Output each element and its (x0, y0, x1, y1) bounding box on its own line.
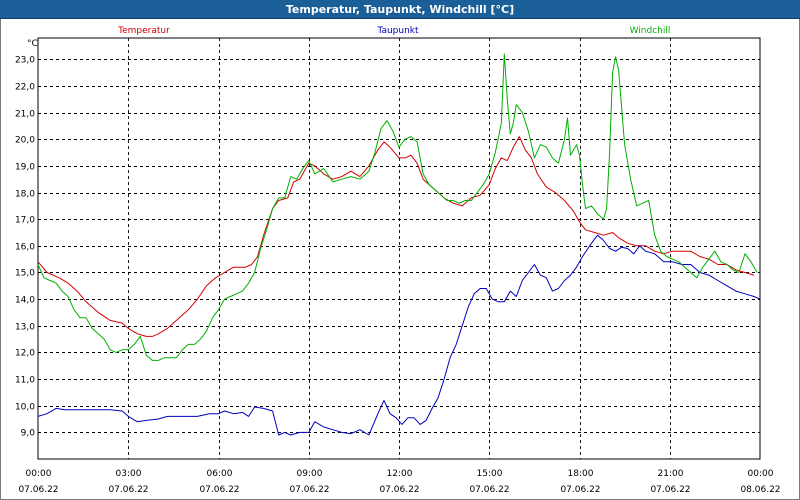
x-tick-date: 07.06.22 (18, 485, 58, 495)
legend-windchill: Windchill (630, 26, 671, 36)
series-lines (37, 53, 761, 436)
x-tick-date: 07.06.22 (469, 485, 509, 495)
x-tick-time: 00:00 (748, 469, 774, 479)
x-tick-time: 21:00 (658, 469, 684, 479)
y-tick-label: 15,0 (15, 269, 35, 279)
x-tick-time: 00:00 (26, 469, 52, 479)
series-line-windchill (37, 53, 758, 361)
y-tick-label: 14,0 (15, 296, 35, 306)
x-tick-time: 06:00 (207, 469, 233, 479)
x-axis-ticks: 00:00 07.06.22 03:00 07.06.22 06:00 07.06.22 0… (18, 469, 780, 495)
y-tick-label: 10,0 (15, 403, 35, 413)
x-tick-time: 12:00 (387, 469, 413, 479)
y-tick-label: 18,0 (15, 190, 35, 200)
y-tick-label: 9,0 (21, 429, 36, 439)
x-tick-time: 15:00 (477, 469, 503, 479)
y-axis-unit-label: °C (27, 39, 38, 49)
legend-taupunkt: Taupunkt (376, 26, 419, 36)
temperature-chart: 9,0 10,0 11,0 12,0 13,0 14,0 15,0 16,0 17,0 18,0 1… (15, 26, 781, 495)
y-tick-label: 12,0 (15, 349, 35, 359)
plot-area-border (37, 37, 761, 460)
y-tick-label: 22,0 (15, 83, 35, 93)
y-tick-label: 19,0 (15, 163, 35, 173)
x-tick-time: 18:00 (568, 469, 594, 479)
y-axis-ticks: 9,0 10,0 11,0 12,0 13,0 14,0 15,0 16,0 17,0 18,0 1… (15, 56, 35, 439)
y-tick-label: 13,0 (15, 323, 35, 333)
x-tick-date: 08.06.22 (740, 485, 780, 495)
y-tick-label: 21,0 (15, 110, 35, 120)
y-tick-label: 20,0 (15, 136, 35, 146)
x-tick-date: 07.06.22 (560, 485, 600, 495)
series-line-taupunkt (37, 234, 761, 436)
y-tick-label: 17,0 (15, 216, 35, 226)
x-tick-date: 07.06.22 (379, 485, 419, 495)
y-tick-label: 16,0 (15, 243, 35, 253)
grid-lines (38, 38, 760, 459)
x-tick-date: 07.06.22 (650, 485, 690, 495)
x-tick-date: 07.06.22 (199, 485, 239, 495)
y-tick-label: 23,0 (15, 56, 35, 66)
y-tick-label: 11,0 (15, 376, 35, 386)
x-tick-time: 03:00 (116, 469, 142, 479)
legend-temperatur: Temperatur (117, 26, 170, 36)
x-tick-date: 07.06.22 (289, 485, 329, 495)
x-tick-date: 07.06.22 (108, 485, 148, 495)
x-tick-time: 09:00 (297, 469, 323, 479)
